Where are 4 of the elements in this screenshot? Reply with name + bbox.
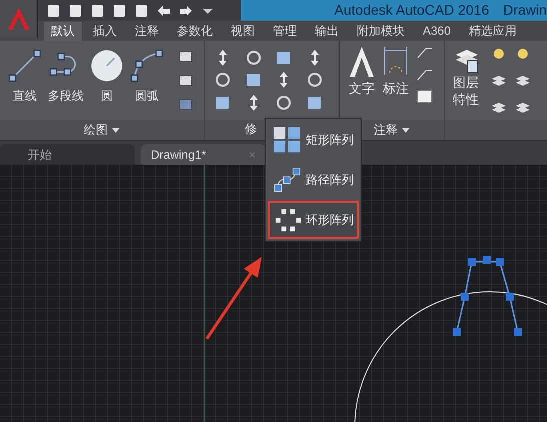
document-name: Drawin [503, 1, 547, 20]
window-title: Autodesk AutoCAD 2016 [334, 1, 490, 20]
file-tab-label: 开始 [28, 146, 52, 164]
file-tab-label: Drawing1* [151, 146, 206, 164]
